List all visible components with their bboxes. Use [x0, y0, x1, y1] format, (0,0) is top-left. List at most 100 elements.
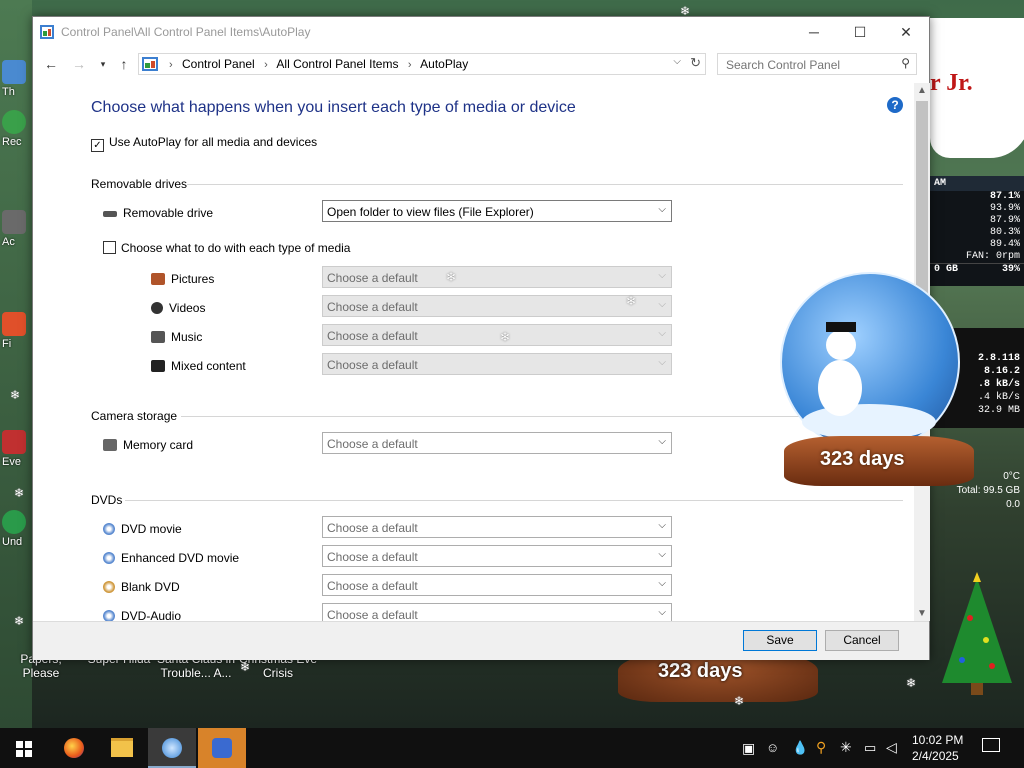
network-icon[interactable]: ▭ — [864, 740, 876, 756]
desktop-icon[interactable]: Ac — [2, 210, 32, 248]
people-icon[interactable]: ☺ — [766, 740, 779, 755]
dvd-icon — [103, 523, 115, 535]
gadget-row: 89.4% — [989, 239, 1020, 250]
search-box[interactable]: ⚲ — [717, 53, 917, 75]
chevron-right-icon[interactable]: › — [408, 59, 412, 71]
dvd-movie-item: DVD movie — [103, 522, 182, 536]
window-title: Control Panel\All Control Panel Items\Au… — [61, 25, 311, 39]
app-icon — [2, 60, 26, 84]
chevron-down-icon: ⌵ — [658, 204, 666, 215]
videos-dropdown[interactable]: Choose a default ⌵ — [322, 295, 672, 317]
control-panel-icon — [40, 25, 54, 39]
app-taskbar-icon[interactable] — [198, 728, 246, 768]
chevron-down-icon: ⌵ — [658, 549, 666, 560]
mixed-content-dropdown[interactable]: Choose a default ⌵ — [322, 353, 672, 375]
breadcrumb-control-panel[interactable]: Control Panel — [182, 57, 255, 71]
speech-bubble: r Jr. — [930, 18, 1024, 158]
snowflake-icon: ❄ — [906, 676, 917, 690]
control-panel-taskbar-icon[interactable] — [148, 728, 196, 768]
choose-each-media-label: Choose what to do with each type of medi… — [121, 241, 351, 255]
app-icon — [2, 510, 26, 534]
choose-each-media-checkbox[interactable] — [103, 241, 116, 254]
dvd-audio-dropdown[interactable]: Choose a default ⌵ — [322, 603, 672, 621]
dvd-icon — [103, 552, 115, 564]
music-icon — [151, 331, 165, 343]
notification-icon[interactable] — [982, 738, 1000, 752]
gadget-row: 80.3% — [989, 227, 1020, 238]
search-input[interactable] — [724, 57, 898, 73]
desktop-icon[interactable]: Th — [2, 60, 32, 98]
cancel-button[interactable]: Cancel — [825, 630, 899, 651]
videos-icon — [151, 302, 163, 314]
dvd-movie-dropdown[interactable]: Choose a default ⌵ — [322, 516, 672, 538]
choose-each-media-checkbox-row[interactable]: Choose what to do with each type of medi… — [103, 241, 350, 255]
chevron-right-icon[interactable]: › — [264, 59, 268, 71]
control-panel-icon — [142, 57, 158, 71]
scrollbar-thumb[interactable] — [916, 101, 928, 301]
breadcrumb-all-items[interactable]: All Control Panel Items — [276, 57, 398, 71]
desktop-icon[interactable]: Fi — [2, 312, 32, 350]
help-icon[interactable]: ? — [887, 97, 903, 113]
recent-locations-icon[interactable]: ▾ — [93, 54, 113, 74]
snowman-hat — [826, 322, 856, 332]
snow-ground — [802, 404, 936, 440]
file-explorer-taskbar-icon[interactable] — [98, 728, 146, 768]
drop-icon[interactable]: 💧 — [792, 740, 808, 756]
chevron-down-icon[interactable]: ⌵ — [673, 56, 681, 67]
save-button[interactable]: Save — [743, 630, 817, 651]
dvd-audio-item: DVD-Audio — [103, 609, 181, 621]
chevron-down-icon: ⌵ — [658, 436, 666, 447]
dialog-footer: Save Cancel — [33, 621, 929, 660]
monitor-icon[interactable]: ▣ — [742, 740, 755, 757]
dvd-label: DVD-Audio — [121, 609, 182, 621]
title-bar[interactable]: Control Panel\All Control Panel Items\Au… — [33, 17, 929, 47]
dropdown-value: Choose a default — [327, 579, 418, 593]
section-dvds: DVDs — [91, 493, 123, 507]
back-arrow-icon[interactable]: ← — [41, 54, 61, 74]
media-item-videos: Videos — [151, 301, 205, 315]
desktop-icon[interactable]: Eve — [2, 430, 32, 468]
refresh-icon[interactable]: ↻ — [690, 55, 701, 71]
dropdown-value: Choose a default — [327, 550, 418, 564]
navigation-bar: ← → ▾ ↑ › Control Panel › All Control Pa… — [33, 49, 929, 79]
snowflake-icon: ❄ — [500, 330, 511, 344]
snowflake-icon: ❄ — [626, 294, 637, 308]
close-button[interactable]: ✕ — [883, 17, 929, 47]
use-autoplay-checkbox-row[interactable]: ✓ Use AutoPlay for all media and devices — [91, 135, 317, 152]
removable-drive-dropdown[interactable]: Open folder to view files (File Explorer… — [322, 200, 672, 222]
up-arrow-icon[interactable]: ↑ — [114, 54, 134, 74]
maximize-button[interactable]: ☐ — [837, 17, 883, 47]
desktop-icon[interactable]: Rec — [2, 110, 32, 148]
taskbar-clock[interactable]: 10:02 PM 2/4/2025 — [912, 732, 963, 764]
snowflake-icon: ❄ — [240, 660, 251, 674]
dvd-label: Enhanced DVD movie — [121, 551, 240, 565]
address-bar[interactable]: › Control Panel › All Control Panel Item… — [138, 53, 706, 75]
memory-card-item: Memory card — [103, 438, 193, 452]
pictures-dropdown[interactable]: Choose a default ⌵ — [322, 266, 672, 288]
dvd-label: DVD movie — [121, 522, 182, 536]
days-counter: 323 days — [658, 660, 743, 682]
use-autoplay-checkbox[interactable]: ✓ — [91, 139, 104, 152]
blank-dvd-dropdown[interactable]: Choose a default ⌵ — [322, 574, 672, 596]
forward-arrow-icon[interactable]: → — [69, 54, 89, 74]
section-camera-storage: Camera storage — [91, 409, 178, 423]
enhanced-dvd-movie-dropdown[interactable]: Choose a default ⌵ — [322, 545, 672, 567]
desktop-icon[interactable]: Und — [2, 510, 32, 548]
scroll-down-icon[interactable]: ▼ — [917, 608, 927, 619]
scroll-up-icon[interactable]: ▲ — [917, 85, 927, 96]
start-button[interactable] — [0, 728, 48, 768]
dropdown-value: Open folder to view files (File Explorer… — [327, 205, 534, 219]
gadget-header: AM — [930, 176, 1024, 191]
minimize-button[interactable]: ─ — [791, 17, 837, 47]
firefox-taskbar-icon[interactable] — [50, 728, 98, 768]
media-label: Music — [171, 330, 203, 344]
memory-card-dropdown[interactable]: Choose a default ⌵ — [322, 432, 672, 454]
snowflake-icon[interactable]: ✳ — [840, 739, 852, 756]
app-icon — [2, 430, 26, 454]
breadcrumb-autoplay[interactable]: AutoPlay — [420, 57, 468, 71]
music-dropdown[interactable]: Choose a default ⌵ — [322, 324, 672, 346]
app-icon — [2, 312, 26, 336]
search-icon[interactable]: ⚲ — [816, 739, 826, 756]
volume-icon[interactable]: ◁ — [886, 739, 897, 756]
snow-globe-gadget[interactable]: 323 days — [756, 272, 982, 502]
